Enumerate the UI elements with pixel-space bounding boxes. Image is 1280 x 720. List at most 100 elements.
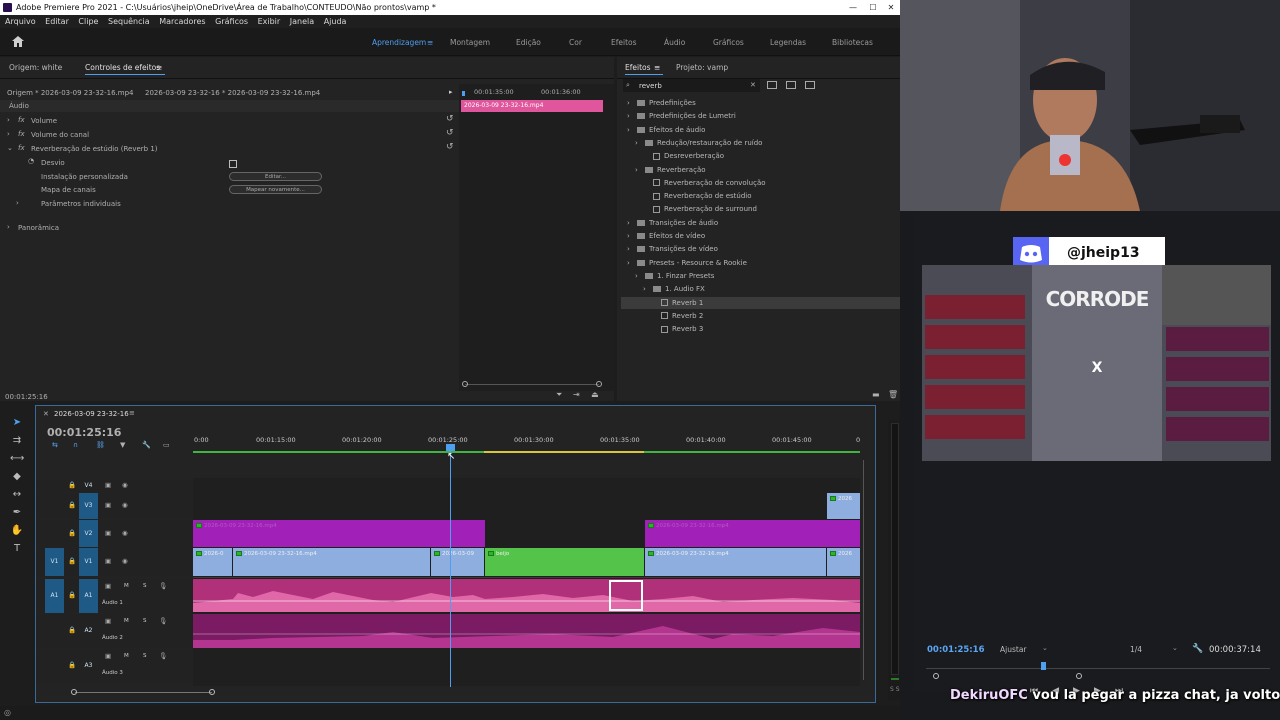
lock-icon[interactable]: 🔒 [68,529,76,537]
filter-icon[interactable]: ⏷ [556,390,562,400]
sync-lock-icon[interactable]: ▣ [105,582,111,590]
sequence-menu-icon[interactable]: ≡ [129,409,135,417]
source-patch-v1[interactable]: V1 [45,548,64,576]
captions-icon[interactable]: ▭ [163,441,170,449]
slip-tool-icon[interactable]: ↔ [10,489,24,503]
effects-folder[interactable]: › 1. Finzar Presets [621,270,907,282]
accelerated-effects-icon[interactable] [767,81,777,89]
track-target-v1[interactable]: V1 [79,548,98,576]
mic-icon[interactable]: 🎙 [159,617,167,625]
effect-item[interactable]: Reverberação de estúdio [621,190,907,202]
menu-editar[interactable]: Editar [45,17,69,26]
h-scroll-handle-left[interactable] [71,689,77,695]
sequence-clip-label[interactable]: 2026-03-09 23-32-16 * 2026-03-09 23-32-1… [145,89,320,97]
add-marker-icon[interactable]: ▼ [120,441,125,449]
effects-folder[interactable]: › Efeitos de áudio [621,124,907,136]
clip-v1-4[interactable]: 2026-03-09 23-32-16.mp4 [645,548,826,576]
clip-v1-5[interactable]: 2026 [827,548,860,576]
clear-search-icon[interactable]: ✕ [750,81,756,89]
sync-lock-icon[interactable]: ▣ [105,557,111,565]
yuv-effects-icon[interactable] [805,81,815,89]
eye-icon[interactable]: ◉ [122,481,128,489]
h-scroll-handle-right[interactable] [209,689,215,695]
mute-button[interactable]: M [124,653,129,659]
ec-scroll-handle-right[interactable] [596,381,602,387]
clip-v1-1[interactable]: 2026-0 [193,548,232,576]
track-target-v4[interactable]: V4 [79,479,98,492]
track-target-v2[interactable]: V2 [79,520,98,547]
effect-volume[interactable]: Volume [31,117,57,125]
lock-icon[interactable]: 🔒 [68,481,76,489]
lock-icon[interactable]: 🔒 [68,557,76,565]
lock-icon[interactable]: 🔒 [68,626,76,634]
track-target-v3[interactable]: V3 [79,493,98,519]
program-zoom-left[interactable] [933,673,939,679]
menu-ajuda[interactable]: Ajuda [324,17,347,26]
track-target-a3[interactable]: A3 [79,649,98,683]
new-bin-icon[interactable]: ▬ [872,390,880,399]
sync-lock-icon[interactable]: ▣ [105,529,111,537]
expand-channel-volume-icon[interactable]: › [7,130,10,138]
delete-icon[interactable]: 🗑 [888,390,898,399]
expand-arrow-icon[interactable]: › [643,283,653,295]
clip-v2-2[interactable]: 2026-03-09 23-32-16.mp4 [645,520,860,547]
ripple-edit-tool-icon[interactable]: ⟷ [10,453,24,467]
expand-arrow-icon[interactable]: › [627,97,637,109]
expand-arrow-icon[interactable]: › [627,243,637,255]
menu-marcadores[interactable]: Marcadores [159,17,205,26]
search-input[interactable]: reverb [639,82,662,90]
effect-item[interactable]: Reverb 1 [621,296,907,309]
effect-studio-reverb[interactable]: Reverberação de estúdio (Reverb 1) [31,145,158,153]
pen-tool-icon[interactable]: ✒ [10,507,24,521]
source-clip-label[interactable]: Origem * 2026-03-09 23-32-16.mp4 [7,89,133,97]
clip-v1-3[interactable]: 2026-03-09 [431,548,484,576]
effects-folder[interactable]: › Efeitos de vídeo [621,230,907,242]
sync-lock-icon[interactable]: ▣ [105,617,111,625]
workspace-graficos[interactable]: Gráficos [713,38,744,47]
snap-icon[interactable]: ∩ [73,441,78,449]
playhead-line[interactable] [450,445,451,687]
menu-janela[interactable]: Janela [290,17,314,26]
program-zoom-right[interactable] [1076,673,1082,679]
solo-button[interactable]: S [143,653,147,659]
fit-dropdown[interactable]: Ajustar [1000,645,1027,654]
mic-icon[interactable]: 🎙 [159,582,167,590]
tab-origem[interactable]: Origem: white [9,63,62,72]
menu-sequencia[interactable]: Sequência [108,17,150,26]
program-timecode[interactable]: 00:01:25:16 [927,645,985,655]
close-button[interactable]: ✕ [881,0,901,15]
tab-controles-efeitos[interactable]: Controles de efeitos [85,63,160,72]
workspace-bibliotecas[interactable]: Bibliotecas [832,38,873,47]
menu-graficos[interactable]: Gráficos [215,17,248,26]
menu-arquivo[interactable]: Arquivo [5,17,36,26]
sync-lock-icon[interactable]: ▣ [105,481,111,489]
effect-item[interactable]: Reverb 2 [621,310,907,322]
edit-button[interactable]: Editar... [229,172,322,181]
eye-icon[interactable]: ◉ [122,557,128,565]
eye-icon[interactable]: ◉ [122,529,128,537]
mic-icon[interactable]: 🎙 [159,652,167,660]
effect-item[interactable]: Reverberação de surround [621,203,907,215]
sequence-tab[interactable]: 2026-03-09 23-32-16 [54,410,129,418]
workspace-montagem[interactable]: Montagem [450,38,490,47]
expand-arrow-icon[interactable]: › [627,110,637,122]
sync-lock-icon[interactable]: ▣ [105,652,111,660]
type-tool-icon[interactable]: T [10,543,24,557]
home-icon[interactable] [12,36,24,47]
expand-arrow-icon[interactable]: › [635,137,645,149]
workspace-cor[interactable]: Cor [569,38,582,47]
ec-timecode[interactable]: 00:01:25:16 [5,393,48,401]
minimize-button[interactable]: — [843,0,863,15]
solo-button[interactable]: S [143,583,147,589]
mute-button[interactable]: M [124,583,129,589]
playhead-handle[interactable] [446,444,455,451]
param-individuais[interactable]: Parâmetros individuais [41,200,121,208]
maximize-button[interactable]: ☐ [863,0,883,15]
expand-arrow-icon[interactable]: › [635,270,645,282]
expand-arrow-icon[interactable]: › [635,164,645,176]
nest-icon[interactable]: ⇆ [52,441,58,449]
lock-icon[interactable]: 🔒 [68,501,76,509]
resolution-chevron-icon[interactable]: ⌄ [1172,644,1178,652]
lock-icon[interactable]: 🔒 [68,591,76,599]
workspace-aprendizagem[interactable]: Aprendizagem [372,38,426,47]
